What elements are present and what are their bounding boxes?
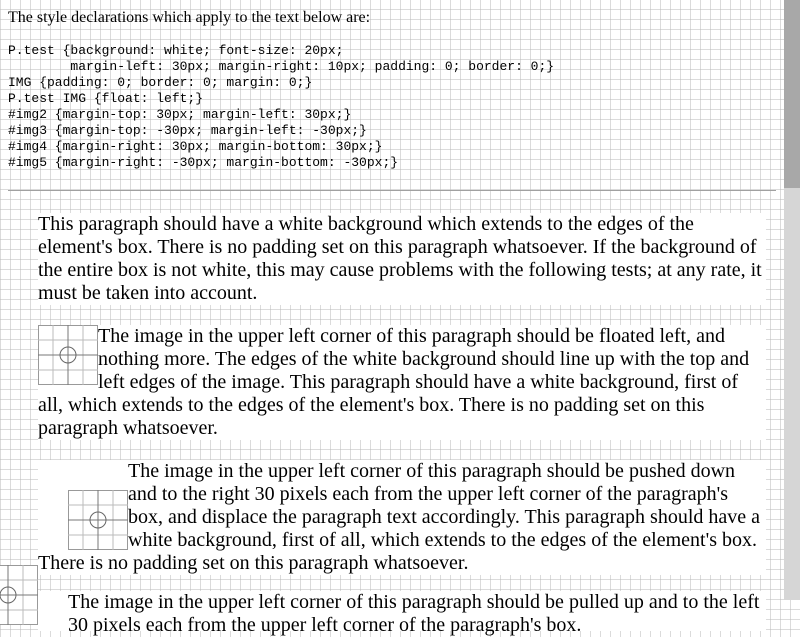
test-paragraph-1: This paragraph should have a white backg… [38,213,766,305]
test-paragraph-4: The image in the upper left corner of th… [38,591,766,636]
paragraph-2-text: The image in the upper left corner of th… [38,325,750,439]
crosshair-target-icon [38,325,98,385]
paragraph-3-text: The image in the upper left corner of th… [38,460,761,574]
intro-text: The style declarations which apply to th… [8,9,371,26]
crosshair-target-icon [0,565,38,625]
test-paragraph-2: The image in the upper left corner of th… [38,325,766,440]
crosshair-target-icon [68,490,128,550]
css-rules-block: P.test {background: white; font-size: 20… [8,43,555,170]
test-paragraph-3: The image in the upper left corner of th… [38,460,766,575]
scrollbar-thumb[interactable] [784,0,800,188]
vertical-scrollbar[interactable] [784,0,800,600]
divider [8,190,776,191]
